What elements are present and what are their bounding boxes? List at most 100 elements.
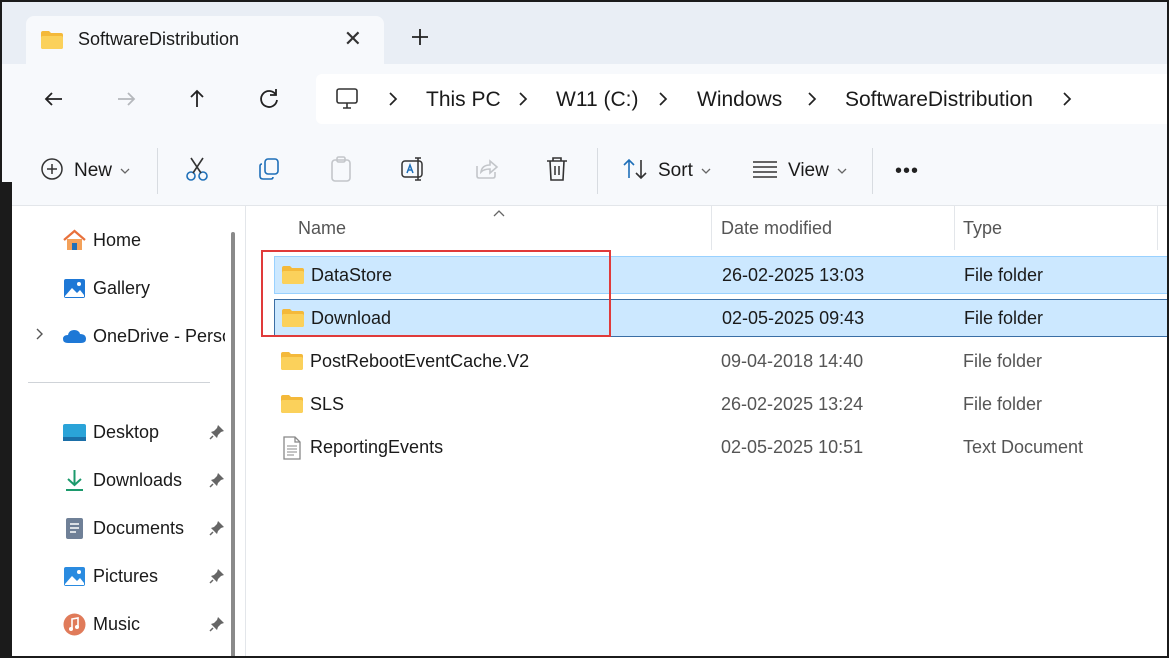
refresh-button[interactable]	[255, 85, 283, 113]
sidebar-item-label: Desktop	[93, 421, 160, 442]
file-name: ReportingEvents	[310, 437, 444, 457]
file-date: 26-02-2025 13:24	[721, 394, 864, 414]
gallery-icon	[62, 276, 87, 301]
chevron-right-icon[interactable]	[805, 90, 819, 108]
folder-icon	[281, 308, 305, 333]
rename-button[interactable]	[399, 156, 427, 186]
chevron-right-icon[interactable]	[1060, 90, 1074, 108]
sidebar-item-home[interactable]: Home	[62, 225, 240, 255]
computer-icon	[334, 86, 360, 117]
text-file-icon	[282, 436, 302, 465]
new-label: New	[74, 160, 113, 181]
more-options-button[interactable]: •••	[895, 156, 919, 186]
plus-circle-icon	[40, 157, 64, 186]
clipboard-icon	[328, 155, 354, 188]
home-icon	[62, 228, 87, 253]
sidebar-item-label: OneDrive - Personal	[93, 325, 225, 346]
pin-icon[interactable]	[208, 471, 226, 489]
title-bar: SoftwareDistribution ✕	[2, 2, 1167, 64]
breadcrumb-drive[interactable]: W11 (C:)	[556, 88, 638, 112]
breadcrumb-windows[interactable]: Windows	[697, 88, 782, 112]
column-divider[interactable]	[954, 206, 955, 250]
navigation-bar: This PC W11 (C:) Windows SoftwareDistrib…	[2, 64, 1167, 134]
chevron-down-icon	[120, 162, 130, 180]
sidebar-item-label: Gallery	[93, 277, 151, 298]
desktop-icon	[62, 420, 87, 445]
window-edge	[2, 182, 12, 656]
chevron-right-icon[interactable]	[516, 90, 530, 108]
column-header-date[interactable]: Date modified	[721, 206, 832, 250]
cloud-icon	[62, 324, 87, 349]
breadcrumb-softwaredistribution[interactable]: SoftwareDistribution	[845, 88, 1033, 112]
sort-button[interactable]: Sort	[622, 156, 711, 186]
view-list-icon	[752, 159, 778, 184]
file-date: 26-02-2025 13:03	[722, 265, 865, 285]
sidebar-item-label: Home	[93, 229, 142, 250]
paste-button[interactable]	[328, 155, 354, 188]
table-row[interactable]: SLS 26-02-2025 13:24 File folder	[274, 386, 1167, 424]
file-name: PostRebootEventCache.V2	[310, 351, 530, 371]
file-name: SLS	[310, 394, 345, 414]
command-bar: New Sort View •••	[2, 134, 1167, 206]
column-header-type[interactable]: Type	[963, 206, 1002, 250]
chevron-right-icon[interactable]	[386, 90, 400, 108]
view-button[interactable]: View	[752, 156, 847, 186]
column-header-name[interactable]: Name	[298, 206, 346, 250]
sort-icon	[622, 157, 648, 186]
close-icon[interactable]: ✕	[344, 26, 362, 52]
chevron-right-icon[interactable]	[34, 326, 46, 342]
sidebar-item-gallery[interactable]: Gallery	[62, 273, 240, 303]
column-divider[interactable]	[711, 206, 712, 250]
table-row[interactable]: Download 02-05-2025 09:43 File folder	[274, 299, 1167, 337]
pin-icon[interactable]	[208, 519, 226, 537]
divider	[28, 382, 210, 383]
download-icon	[62, 468, 87, 493]
address-bar[interactable]: This PC W11 (C:) Windows SoftwareDistrib…	[316, 74, 1167, 124]
table-row[interactable]: ReportingEvents 02-05-2025 10:51 Text Do…	[274, 429, 1167, 467]
sidebar-item-onedrive[interactable]: OneDrive - Personal	[62, 321, 240, 351]
file-type: File folder	[963, 351, 1043, 371]
folder-icon	[280, 351, 304, 376]
sidebar-item-label: Pictures	[93, 565, 159, 586]
sort-label: Sort	[658, 160, 693, 181]
file-type: File folder	[964, 308, 1044, 328]
breadcrumb-this-pc[interactable]: This PC	[426, 88, 501, 112]
back-button[interactable]	[40, 85, 68, 113]
pin-icon[interactable]	[208, 423, 226, 441]
cut-button[interactable]	[184, 156, 210, 186]
explorer-window: SoftwareDistribution ✕ This PC W11 (C:)	[0, 0, 1169, 658]
delete-button[interactable]	[544, 156, 570, 186]
file-type: Text Document	[963, 437, 1084, 457]
up-button[interactable]	[183, 85, 211, 113]
file-date: 02-05-2025 09:43	[722, 308, 865, 328]
table-row[interactable]: PostRebootEventCache.V2 09-04-2018 14:40…	[274, 343, 1167, 381]
folder-icon	[40, 30, 64, 55]
view-label: View	[788, 160, 829, 181]
file-name: Download	[311, 308, 392, 328]
trash-icon	[544, 155, 570, 188]
copy-icon	[256, 156, 282, 187]
sidebar-item-label: Documents	[93, 517, 185, 538]
chevron-down-icon	[701, 162, 711, 180]
sidebar-scrollbar[interactable]	[231, 232, 235, 656]
chevron-right-icon[interactable]	[656, 90, 670, 108]
share-icon	[472, 156, 500, 187]
forward-button[interactable]	[112, 85, 140, 113]
folder-icon	[281, 265, 305, 290]
sidebar-item-label: Music	[93, 613, 141, 634]
tab-softwaredistribution[interactable]: SoftwareDistribution ✕	[26, 16, 384, 64]
column-divider[interactable]	[1157, 206, 1158, 250]
divider	[157, 148, 158, 194]
pin-icon[interactable]	[208, 567, 226, 585]
file-date: 02-05-2025 10:51	[721, 437, 864, 457]
copy-button[interactable]	[256, 156, 282, 186]
sort-ascending-icon	[493, 204, 505, 217]
pictures-icon	[62, 564, 87, 589]
table-row[interactable]: DataStore 26-02-2025 13:03 File folder	[274, 256, 1167, 294]
new-button[interactable]: New	[40, 156, 130, 186]
share-button[interactable]	[472, 156, 500, 186]
new-tab-button[interactable]	[406, 23, 434, 51]
file-list: Name Date modified Type DataStore 26-02-…	[247, 204, 1167, 656]
divider	[597, 148, 598, 194]
pin-icon[interactable]	[208, 615, 226, 633]
